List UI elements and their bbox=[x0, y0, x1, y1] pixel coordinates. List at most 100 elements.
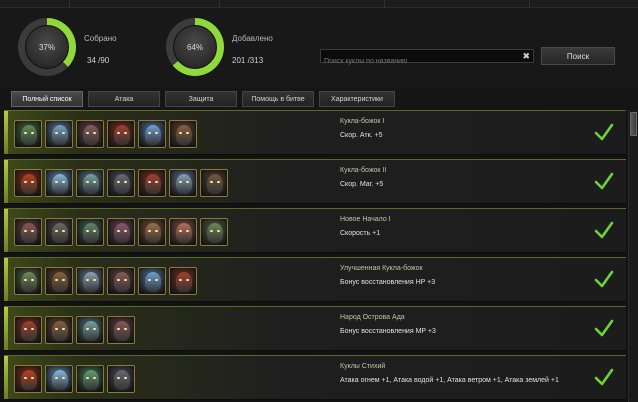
top-tab-4[interactable] bbox=[385, 0, 530, 8]
doll-icon[interactable] bbox=[45, 218, 73, 246]
doll-figure bbox=[114, 223, 130, 243]
doll-eye bbox=[117, 132, 120, 134]
set-bonus: Бонус восстановления HP +3 bbox=[340, 279, 436, 286]
doll-eye bbox=[62, 132, 65, 134]
doll-eye bbox=[217, 181, 220, 183]
doll-figure bbox=[145, 223, 161, 243]
doll-icon[interactable] bbox=[200, 218, 228, 246]
set-bonus: Скор. Маг. +5 bbox=[340, 181, 384, 188]
tab-defense[interactable]: Защита bbox=[165, 91, 237, 107]
search-input[interactable] bbox=[321, 55, 517, 68]
scrollbar-thumb[interactable] bbox=[630, 112, 637, 136]
doll-eye bbox=[24, 279, 27, 281]
doll-eye bbox=[55, 230, 58, 232]
doll-icon[interactable] bbox=[107, 120, 135, 148]
doll-eye bbox=[117, 230, 120, 232]
set-title: Куклы Стихий bbox=[340, 363, 386, 370]
doll-figure bbox=[176, 223, 192, 243]
doll-figure bbox=[114, 370, 130, 390]
doll-icon[interactable] bbox=[45, 365, 73, 393]
doll-eye bbox=[186, 279, 189, 281]
doll-icon[interactable] bbox=[14, 267, 42, 295]
tab-battle-help[interactable]: Помощь в битве bbox=[242, 91, 314, 107]
doll-icon[interactable] bbox=[200, 169, 228, 197]
doll-icons bbox=[14, 365, 135, 393]
check-icon bbox=[594, 368, 614, 386]
row-accent bbox=[4, 209, 8, 252]
scrollbar[interactable] bbox=[628, 110, 638, 402]
tab-full-list[interactable]: Полный список bbox=[11, 91, 83, 107]
doll-eye bbox=[55, 328, 58, 330]
doll-icon[interactable] bbox=[169, 120, 197, 148]
doll-figure bbox=[83, 125, 99, 145]
doll-icon[interactable] bbox=[76, 218, 104, 246]
set-row[interactable]: Кукла-божок II Скор. Маг. +5 bbox=[4, 159, 626, 204]
doll-icon[interactable] bbox=[107, 169, 135, 197]
doll-eye bbox=[31, 279, 34, 281]
set-title: Кукла-божок II bbox=[340, 167, 387, 174]
doll-icon[interactable] bbox=[45, 267, 73, 295]
doll-eye bbox=[148, 230, 151, 232]
top-tab-3[interactable] bbox=[220, 0, 385, 8]
collected-percent: 37% bbox=[25, 25, 69, 69]
doll-icon[interactable] bbox=[76, 120, 104, 148]
doll-icon[interactable] bbox=[138, 120, 166, 148]
doll-figure bbox=[145, 272, 161, 292]
tab-stats[interactable]: Характеристики bbox=[319, 91, 395, 107]
doll-icon[interactable] bbox=[138, 218, 166, 246]
doll-figure bbox=[176, 272, 192, 292]
set-bonus: Скор. Атк. +5 bbox=[340, 132, 383, 139]
doll-icon[interactable] bbox=[138, 169, 166, 197]
doll-icon[interactable] bbox=[76, 267, 104, 295]
doll-icon[interactable] bbox=[76, 169, 104, 197]
set-row[interactable]: Куклы Стихий Атака огнем +1, Атака водой … bbox=[4, 355, 626, 400]
clear-icon[interactable]: ✖ bbox=[522, 51, 530, 62]
doll-eye bbox=[179, 132, 182, 134]
doll-figure bbox=[207, 223, 223, 243]
doll-icon[interactable] bbox=[138, 267, 166, 295]
doll-icon[interactable] bbox=[45, 316, 73, 344]
doll-icon[interactable] bbox=[14, 120, 42, 148]
set-row[interactable]: Кукла-божок I Скор. Атк. +5 bbox=[4, 110, 626, 155]
doll-eye bbox=[24, 132, 27, 134]
doll-icon[interactable] bbox=[45, 169, 73, 197]
doll-eye bbox=[55, 377, 58, 379]
doll-figure bbox=[52, 272, 68, 292]
doll-figure bbox=[52, 125, 68, 145]
top-tab-2[interactable] bbox=[70, 0, 220, 8]
doll-icon[interactable] bbox=[169, 169, 197, 197]
doll-icon[interactable] bbox=[14, 169, 42, 197]
doll-figure bbox=[83, 223, 99, 243]
doll-icon[interactable] bbox=[76, 316, 104, 344]
doll-icon[interactable] bbox=[45, 120, 73, 148]
doll-figure bbox=[21, 272, 37, 292]
doll-icon[interactable] bbox=[107, 316, 135, 344]
doll-icon[interactable] bbox=[169, 267, 197, 295]
doll-eye bbox=[93, 181, 96, 183]
set-row[interactable]: Народ Острова Ада Бонус восстановления MP… bbox=[4, 306, 626, 351]
doll-eye bbox=[210, 181, 213, 183]
doll-icon[interactable] bbox=[14, 316, 42, 344]
collection-header: 37% Собрано 34 /90 64% Добавлено 201 /31… bbox=[0, 8, 638, 88]
doll-icon[interactable] bbox=[107, 365, 135, 393]
doll-eye bbox=[155, 279, 158, 281]
search-button[interactable]: Поиск bbox=[541, 47, 615, 65]
doll-eye bbox=[148, 132, 151, 134]
doll-icon[interactable] bbox=[76, 365, 104, 393]
doll-icon[interactable] bbox=[169, 218, 197, 246]
doll-icon[interactable] bbox=[14, 218, 42, 246]
doll-icon[interactable] bbox=[107, 267, 135, 295]
added-label: Добавлено bbox=[232, 34, 273, 43]
doll-eye bbox=[93, 328, 96, 330]
set-row[interactable]: Новое Начало I Скорость +1 bbox=[4, 208, 626, 253]
doll-eye bbox=[186, 132, 189, 134]
doll-icon[interactable] bbox=[107, 218, 135, 246]
doll-icon[interactable] bbox=[14, 365, 42, 393]
doll-eye bbox=[31, 328, 34, 330]
doll-eye bbox=[117, 377, 120, 379]
set-row[interactable]: Улучшенная Кукла-божок Бонус восстановлен… bbox=[4, 257, 626, 302]
top-tab-1[interactable] bbox=[0, 0, 70, 8]
doll-figure bbox=[21, 125, 37, 145]
tab-attack[interactable]: Атака bbox=[88, 91, 160, 107]
doll-eye bbox=[148, 181, 151, 183]
